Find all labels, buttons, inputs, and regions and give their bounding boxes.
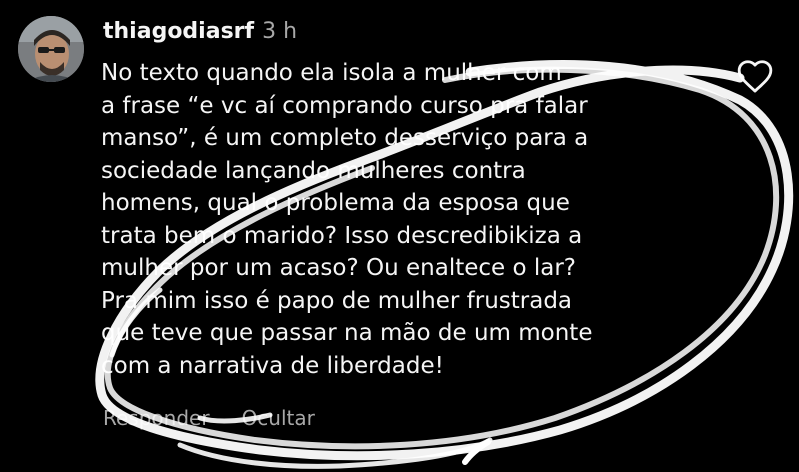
comment-line: a frase “e vc aí comprando curso pra fal… [101, 92, 588, 119]
comment-line: com a narrativa de liberdade! [101, 352, 444, 379]
heart-icon-graphic [737, 60, 773, 93]
comment: thiagodiasrf 3 h No texto quando ela isol… [0, 0, 799, 472]
comment-actions: Responder Ocultar [103, 404, 315, 432]
comment-line: que teve que passar na mão de um monte [101, 320, 593, 346]
hide-button[interactable]: Ocultar [242, 406, 315, 430]
comment-line: trata bem o marido? Isso descredibikiza … [101, 222, 583, 249]
avatar-photo [18, 16, 84, 82]
username[interactable]: thiagodiasrf [103, 19, 254, 44]
comment-line: sociedade lançando mulheres contra [101, 157, 526, 184]
timestamp: 3 h [262, 19, 298, 44]
comment-text: No texto quando ela isola a mulher com a… [101, 57, 701, 382]
comment-header: thiagodiasrf 3 h [103, 17, 297, 47]
comment-line: Pra mim isso é papo de mulher frustrada [101, 287, 573, 314]
heart-outline-icon[interactable] [736, 58, 774, 94]
comment-line: mulher por um acaso? Ou enaltece o lar? [101, 255, 577, 281]
comment-line: manso”, é um completo desserviço para a [101, 125, 589, 151]
reply-button[interactable]: Responder [103, 406, 210, 430]
avatar[interactable] [18, 16, 84, 82]
comment-line: homens, qual o problema da esposa que [101, 190, 570, 216]
comment-line: No texto quando ela isola a mulher com [101, 60, 562, 86]
